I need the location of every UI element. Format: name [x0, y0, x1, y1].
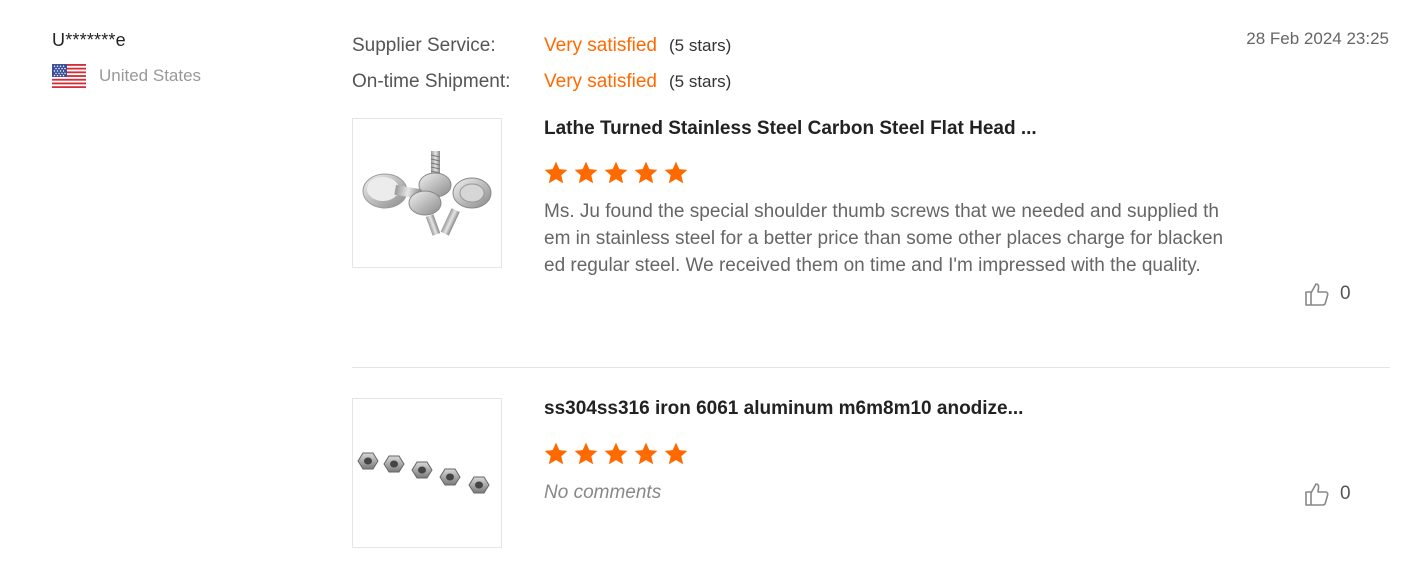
product-rating-stars: [543, 441, 693, 467]
like-button[interactable]: 0: [1304, 481, 1351, 507]
product-image[interactable]: [352, 398, 502, 548]
review-comment: No comments: [544, 482, 662, 503]
thumbs-up-icon: [1305, 283, 1329, 306]
reviewer-country: United States: [52, 64, 252, 88]
rating-value: Very satisfied: [544, 35, 657, 56]
product-title[interactable]: ss304ss316 iron 6061 aluminum m6m8m10 an…: [544, 398, 1023, 420]
like-button[interactable]: 0: [1304, 281, 1351, 307]
country-name: United States: [99, 66, 202, 85]
hex-nuts-image: [357, 452, 490, 494]
rating-row-supplier-service: Supplier Service: Very satisfied (5 star…: [352, 28, 731, 64]
star-icon: [664, 161, 688, 184]
rating-stars-text: (5 stars): [669, 72, 732, 91]
like-count: 0: [1340, 283, 1351, 304]
product-rating-stars: [543, 160, 693, 186]
thumbs-up-icon: [1305, 483, 1329, 506]
rating-value: Very satisfied: [544, 71, 657, 92]
product-image[interactable]: [352, 118, 502, 268]
thumb-screws-image: [362, 151, 492, 236]
reviewer-name: U*******e: [52, 30, 126, 50]
star-icon: [574, 161, 598, 184]
star-icon: [664, 442, 688, 465]
star-icon: [544, 442, 568, 465]
review-comment: Ms. Ju found the special shoulder thumb …: [544, 201, 1224, 276]
rating-label: On-time Shipment:: [352, 71, 511, 92]
rating-row-ontime-shipment: On-time Shipment: Very satisfied (5 star…: [352, 64, 731, 100]
reviewed-product: ss304ss316 iron 6061 aluminum m6m8m10 an…: [352, 398, 1390, 548]
review-date: 28 Feb 2024 23:25: [1246, 29, 1389, 48]
product-title[interactable]: Lathe Turned Stainless Steel Carbon Stee…: [544, 118, 1037, 140]
rating-stars-text: (5 stars): [669, 36, 732, 55]
like-count: 0: [1340, 483, 1351, 504]
star-icon: [604, 161, 628, 184]
star-icon: [544, 161, 568, 184]
star-icon: [634, 442, 658, 465]
divider: [352, 367, 1390, 368]
star-icon: [574, 442, 598, 465]
star-icon: [604, 442, 628, 465]
reviewed-product: Lathe Turned Stainless Steel Carbon Stee…: [352, 118, 1390, 318]
rating-label: Supplier Service:: [352, 35, 496, 56]
reviewer-info: U*******e United States: [52, 30, 201, 88]
star-icon: [634, 161, 658, 184]
us-flag-icon: [52, 64, 86, 88]
supplier-ratings: Supplier Service: Very satisfied (5 star…: [352, 28, 731, 100]
